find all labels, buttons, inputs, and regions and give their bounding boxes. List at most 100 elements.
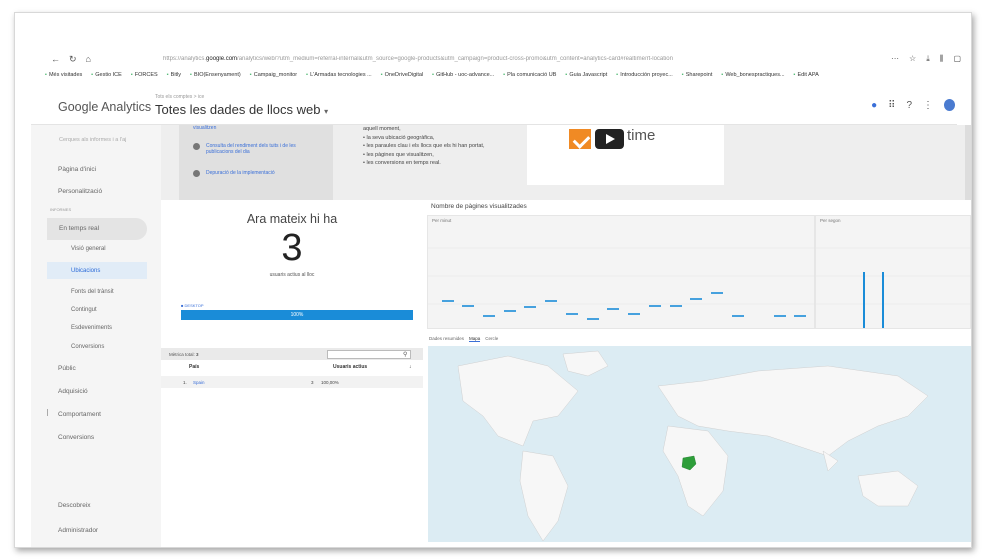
sidebar-item-audience[interactable]: Públic — [58, 365, 76, 372]
sidebar-item-discover[interactable]: Descobreix — [58, 502, 91, 509]
info-card-item[interactable]: visualitzen — [193, 125, 216, 131]
video-thumbnail[interactable]: time — [527, 125, 724, 185]
browser-url-bar: ← ↻ ⌂ https://analytics.google.com/analy… — [15, 51, 971, 67]
sidebar-item-realtime[interactable]: En temps real — [59, 225, 99, 232]
row-users: 3 — [311, 380, 314, 385]
column-header-active-users[interactable]: Usuaris actius — [333, 364, 367, 370]
sidebar-item-customization[interactable]: Personalització — [58, 188, 102, 195]
sort-arrow-icon[interactable]: ↓ — [409, 364, 412, 370]
column-header-country[interactable]: País — [189, 364, 199, 370]
sidebar-item-locations[interactable]: Ubicacions — [71, 268, 100, 274]
active-users-panel: Ara mateix hi ha 3 usuaris actius al llo… — [161, 200, 423, 346]
analytics-logo-icon — [569, 129, 591, 149]
table-search-input[interactable] — [327, 350, 411, 359]
sidebar-tick — [47, 409, 48, 416]
bookmark-item[interactable]: GitHub - uoc-advance... — [432, 72, 494, 78]
device-legend: ■ DESKTOP — [181, 303, 204, 308]
search-icon[interactable]: ⚲ — [403, 351, 407, 358]
sidebar-icon[interactable]: ▢ — [953, 54, 961, 64]
bookmark-item[interactable]: Campaig_monitor — [250, 72, 297, 78]
bookmark-item[interactable]: Web_bonespractiques... — [721, 72, 784, 78]
bookmark-star-icon[interactable]: ☆ — [909, 54, 916, 64]
pageviews-panel: Nombre de pàgines visualitzades Per minu… — [423, 200, 971, 346]
avatar[interactable] — [944, 99, 955, 111]
info-card-item[interactable]: Consulta del rendiment dels tuits i de l… — [193, 143, 323, 155]
url-domain: google.com — [206, 56, 238, 62]
table-row: 1. Spain 3 100,00% — [161, 376, 423, 388]
bookmark-item[interactable]: Gestio ICE — [91, 72, 122, 78]
bookmark-item[interactable]: Sharepoint — [682, 72, 713, 78]
home-icon[interactable]: ⌂ — [86, 54, 91, 65]
table-toolbar: Mètrica total: 3 ⚲ — [161, 348, 423, 360]
sidebar-item-overview[interactable]: Visió general — [71, 246, 106, 252]
sidebar-item-admin[interactable]: Administrador — [58, 527, 98, 534]
bookmark-item[interactable]: Introducción proyec... — [616, 72, 673, 78]
view-name: Totes les dades de llocs web — [155, 102, 321, 117]
tab-circle[interactable]: Cercle — [485, 336, 498, 342]
sidebar-item-acquisition[interactable]: Adquisició — [58, 388, 88, 395]
breadcrumb[interactable]: Tots els comptes > ice — [155, 94, 204, 100]
active-users-title: Ara mateix hi ha — [246, 212, 338, 226]
sidebar-item-content[interactable]: Contingut — [71, 307, 97, 313]
youtube-play-icon[interactable] — [595, 129, 624, 149]
sidebar-item-home[interactable]: Pàgina d'inici — [58, 166, 96, 173]
ga-logo[interactable]: Google Analytics — [58, 100, 151, 114]
country-table: Mètrica total: 3 ⚲ País Usuaris actius ↓… — [161, 346, 423, 547]
help-icon[interactable]: ? — [906, 100, 912, 111]
url-rest: /analytics/web/?utm_medium=referral-inte… — [237, 56, 673, 62]
per-second-label: Per segon — [820, 218, 841, 223]
table-total: Mètrica total: 3 — [169, 352, 199, 357]
header-icons: ● ⠿ ? ⋮ — [871, 99, 955, 111]
bookmark-item[interactable]: FORCES — [131, 72, 158, 78]
info-bullet: • la seva ubicació geogràfica, — [363, 134, 435, 141]
screenshot-frame: ← ↻ ⌂ https://analytics.google.com/analy… — [14, 12, 972, 548]
notifications-icon[interactable]: ● — [871, 100, 877, 111]
download-icon[interactable]: ⤓ — [926, 54, 930, 64]
row-country[interactable]: Spain — [193, 380, 205, 385]
library-icon[interactable]: ⫼ — [940, 54, 944, 64]
play-circle-icon — [193, 170, 200, 177]
per-minute-label: Per minut — [432, 218, 452, 223]
bookmark-item[interactable]: Pla comunicació UB — [503, 72, 556, 78]
more-icon[interactable]: ··· — [891, 54, 899, 64]
per-second-svg — [816, 247, 971, 328]
chevron-down-icon: ▾ — [324, 107, 329, 116]
bookmark-item[interactable]: Bitly — [167, 72, 181, 78]
back-icon[interactable]: ← — [51, 54, 60, 65]
sidebar: Cerques als informes i a l'aj Pàgina d'i… — [31, 125, 161, 547]
tab-summary[interactable]: Dades resumides — [429, 336, 464, 342]
bookmark-item[interactable]: Edit APA — [794, 72, 818, 78]
sidebar-item-conversions-rt[interactable]: Conversions — [71, 344, 104, 350]
active-users-count: 3 — [281, 227, 303, 269]
reload-icon[interactable]: ↻ — [69, 54, 77, 65]
sidebar-item-behavior[interactable]: Comportament — [58, 411, 101, 418]
view-selector[interactable]: Totes les dades de llocs web ▾ — [155, 102, 328, 117]
info-card-item[interactable]: Depuració de la implementació — [193, 170, 275, 177]
bookmark-item[interactable]: Guia Javascript — [565, 72, 607, 78]
url-field[interactable]: https://analytics.google.com/analytics/w… — [163, 56, 773, 62]
more-vert-icon[interactable]: ⋮ — [923, 100, 933, 111]
per-minute-chart: Per minut — [427, 215, 816, 329]
info-scrollbar[interactable] — [965, 125, 971, 200]
bookmarks-bar: Més visitades Gestio ICE FORCES Bitly BIO(En… — [45, 69, 971, 81]
sidebar-search[interactable]: Cerques als informes i a l'aj — [59, 137, 126, 143]
bookmark-item[interactable]: BIO(Ensenyament) — [190, 72, 241, 78]
apps-grid-icon[interactable]: ⠿ — [888, 100, 895, 111]
info-panel: visualitzen Consulta del rendiment dels … — [161, 125, 971, 200]
bookmark-item[interactable]: L'Armadas tecnologies ... — [306, 72, 372, 78]
info-intro: aquell moment, — [363, 126, 401, 132]
tab-map[interactable]: Mapa — [469, 336, 481, 342]
sidebar-section-reports: INFORMES — [50, 207, 72, 212]
browser-actions: ··· ☆ ⤓ ⫼ ▢ — [891, 54, 961, 64]
bookmark-item[interactable]: OneDriveDigital — [381, 72, 424, 78]
bookmark-item[interactable]: Més visitades — [45, 72, 82, 78]
sidebar-item-conversions[interactable]: Conversions — [58, 434, 94, 441]
url-prefix: https://analytics. — [162, 56, 207, 62]
sidebar-item-traffic-sources[interactable]: Fonts del trànsit — [71, 289, 114, 295]
info-card-text: Depuració de la implementació — [206, 170, 275, 176]
sidebar-item-events[interactable]: Esdeveniments — [71, 325, 112, 331]
info-bullet: • les pàgines que visualitzen, — [363, 151, 434, 158]
pageviews-title: Nombre de pàgines visualitzades — [431, 203, 527, 210]
info-card: visualitzen Consulta del rendiment dels … — [179, 125, 333, 200]
world-map[interactable] — [428, 346, 971, 542]
